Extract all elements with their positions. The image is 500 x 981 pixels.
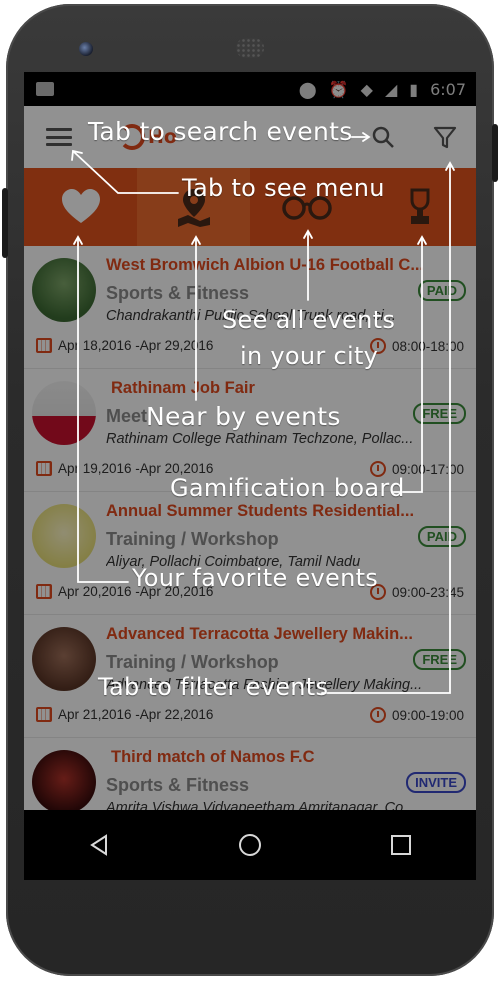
signal-icon: ◢ bbox=[384, 79, 398, 99]
search-icon[interactable] bbox=[370, 124, 396, 150]
annotation-city-2: in your city bbox=[240, 342, 379, 370]
wifi-icon: ◆ bbox=[360, 79, 373, 99]
recents-icon bbox=[390, 835, 411, 855]
event-list[interactable]: West Bromwich Albion U-16 Football C... … bbox=[24, 246, 476, 861]
event-date-range: Apr 18,2016 -Apr 29,2016 bbox=[58, 338, 214, 353]
event-title: West Bromwich Albion U-16 Football C... bbox=[106, 256, 425, 274]
calendar-icon bbox=[36, 338, 52, 353]
clock-icon bbox=[369, 707, 386, 723]
annotation-search: Tab to search events bbox=[88, 117, 353, 146]
event-category: Training / Workshop bbox=[106, 652, 279, 672]
event-title: Third match of Namos F.C bbox=[111, 748, 315, 766]
annotation-gamification: Gamification board bbox=[170, 474, 405, 502]
event-date-range: Apr 21,2016 -Apr 22,2016 bbox=[58, 707, 214, 722]
event-times: 09:00-19:00 bbox=[369, 707, 464, 723]
event-location: Rathinam College Rathinam Techzone, Poll… bbox=[106, 431, 414, 447]
back-icon bbox=[90, 834, 108, 856]
event-times: 09:00-23:45 bbox=[369, 584, 464, 600]
event-time-range: 09:00-23:45 bbox=[391, 584, 464, 600]
event-category: Sports & Fitness bbox=[106, 775, 250, 795]
annotation-nearby: Near by events bbox=[146, 402, 341, 431]
location-icon: ⬤ bbox=[298, 79, 317, 99]
event-title: Rathinam Job Fair bbox=[111, 379, 255, 397]
tab-favorites[interactable] bbox=[24, 168, 137, 246]
event-category: Training / Workshop bbox=[106, 529, 279, 549]
phone-side-button-left bbox=[2, 188, 8, 258]
system-nav-bar bbox=[24, 810, 476, 880]
back-button[interactable] bbox=[69, 825, 129, 865]
battery-icon: ▮ bbox=[409, 79, 419, 99]
event-thumbnail bbox=[32, 504, 96, 568]
recents-button[interactable] bbox=[371, 825, 431, 865]
trophy-icon bbox=[410, 188, 429, 224]
earpiece-speaker bbox=[236, 38, 264, 58]
alarm-icon: ⏰ bbox=[328, 79, 349, 99]
event-price-badge: FREE bbox=[413, 649, 466, 670]
home-button[interactable] bbox=[220, 825, 280, 865]
event-price-badge: INVITE bbox=[406, 772, 466, 793]
event-price-badge: PAID bbox=[417, 526, 466, 547]
event-title: Advanced Terracotta Jewellery Makin... bbox=[106, 625, 413, 643]
annotation-menu: Tab to see menu bbox=[182, 174, 385, 202]
event-time-range: 09:00-19:00 bbox=[391, 707, 464, 723]
event-price-badge: PAID bbox=[417, 280, 466, 301]
front-camera bbox=[79, 42, 93, 56]
annotation-favorites: Your favorite events bbox=[132, 564, 379, 592]
heart-icon bbox=[61, 189, 100, 223]
event-dates: Apr 21,2016 -Apr 22,2016 bbox=[36, 707, 213, 722]
event-price-badge: FREE bbox=[413, 403, 466, 424]
event-title: Annual Summer Students Residential... bbox=[106, 502, 415, 520]
event-thumbnail bbox=[32, 381, 96, 445]
event-thumbnail bbox=[32, 258, 96, 322]
calendar-icon bbox=[36, 584, 52, 599]
calendar-icon bbox=[36, 707, 52, 722]
annotation-filter: Tab to filter events bbox=[98, 673, 329, 701]
menu-icon[interactable] bbox=[46, 128, 72, 146]
calendar-icon bbox=[36, 461, 52, 476]
event-category: Sports & Fitness bbox=[106, 283, 250, 303]
phone-side-button-right bbox=[492, 124, 498, 182]
home-icon bbox=[238, 834, 261, 856]
event-times: 08:00-18:00 bbox=[369, 338, 464, 354]
status-time: 6:07 bbox=[430, 79, 466, 99]
status-bar: ⬤ ⏰ ◆ ◢ ▮ 6:07 bbox=[24, 72, 476, 106]
event-thumbnail bbox=[32, 750, 96, 814]
notification-icon bbox=[36, 82, 54, 96]
list-item[interactable]: Annual Summer Students Residential... Tr… bbox=[24, 492, 476, 615]
event-thumbnail bbox=[32, 627, 96, 691]
event-category: Meet bbox=[106, 406, 148, 426]
annotation-city: See all events bbox=[222, 306, 396, 334]
event-time-range: 08:00-18:00 bbox=[391, 338, 464, 354]
event-dates: Apr 18,2016 -Apr 29,2016 bbox=[36, 338, 213, 353]
filter-icon[interactable] bbox=[432, 124, 458, 150]
